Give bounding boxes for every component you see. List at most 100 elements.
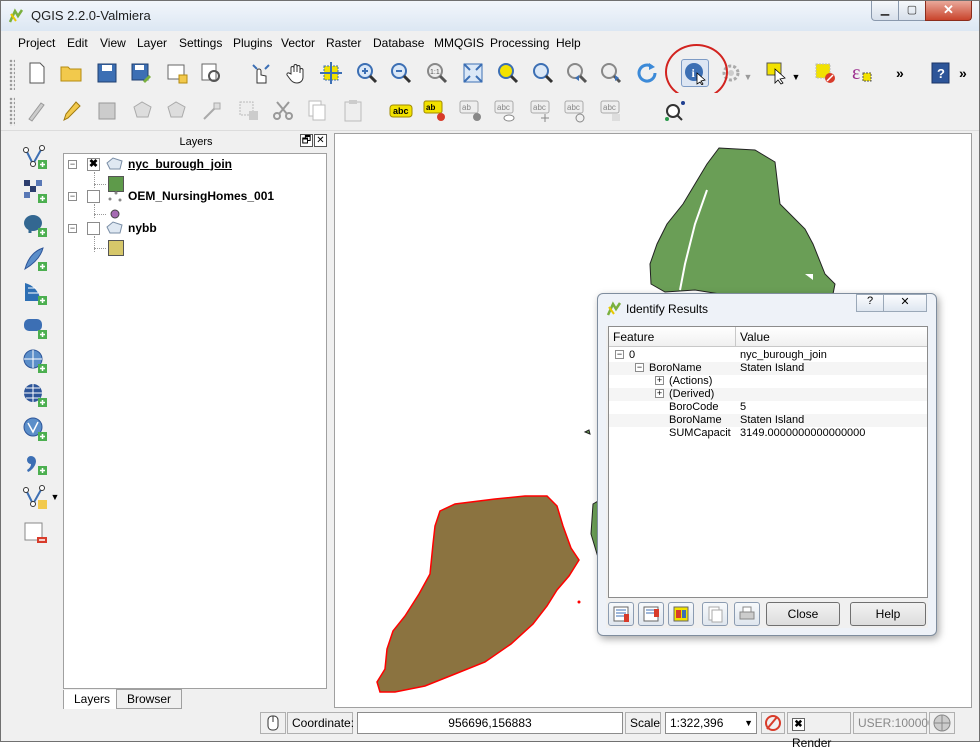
add-spatialite-layer-button[interactable] bbox=[21, 245, 49, 273]
layer-item-oem-nursinghomes[interactable]: − OEM_NursingHomes_001 bbox=[64, 188, 326, 208]
new-shapefile-button[interactable] bbox=[21, 483, 49, 511]
close-button[interactable]: Close bbox=[766, 602, 840, 626]
new-print-composer-button[interactable] bbox=[163, 59, 191, 87]
toolbar-grip[interactable] bbox=[9, 59, 15, 90]
add-raster-layer-button[interactable] bbox=[21, 177, 49, 205]
delete-selected-button[interactable] bbox=[235, 97, 263, 125]
help-button[interactable]: Help bbox=[850, 602, 926, 626]
result-row[interactable]: + (Derived) bbox=[609, 388, 927, 401]
stop-render-button[interactable] bbox=[761, 712, 785, 734]
expand-icon[interactable]: + bbox=[655, 389, 664, 398]
add-postgis-layer-button[interactable] bbox=[21, 211, 49, 239]
menu-layer[interactable]: Layer bbox=[137, 36, 167, 50]
pin-labels-button[interactable]: ab bbox=[421, 97, 449, 125]
layer-visibility-checkbox[interactable] bbox=[87, 190, 100, 203]
add-wcs-layer-button[interactable] bbox=[21, 381, 49, 409]
chevron-down-icon[interactable]: ▼ bbox=[744, 713, 753, 733]
collapse-icon[interactable]: − bbox=[68, 192, 77, 201]
minimize-button[interactable]: ▁ bbox=[871, 1, 899, 21]
close-window-button[interactable]: ✕ bbox=[925, 1, 972, 21]
collapse-icon[interactable]: − bbox=[635, 363, 644, 372]
menu-processing[interactable]: Processing bbox=[490, 36, 549, 50]
dialog-help-button[interactable]: ? bbox=[856, 294, 884, 312]
tab-browser[interactable]: Browser bbox=[116, 689, 183, 709]
show-hide-labels-button[interactable]: abc bbox=[491, 97, 519, 125]
feature-column-header[interactable]: Feature bbox=[609, 327, 736, 347]
collapse-all-button[interactable] bbox=[638, 602, 664, 626]
float-panel-icon[interactable]: 🗗 bbox=[300, 134, 313, 147]
select-features-button[interactable] bbox=[763, 59, 791, 87]
remove-layer-button[interactable] bbox=[21, 519, 49, 547]
highlight-pinned-labels-button[interactable]: ab bbox=[457, 97, 485, 125]
tab-layers[interactable]: Layers bbox=[63, 690, 122, 710]
maximize-button[interactable]: ▢ bbox=[898, 1, 926, 21]
toolbar-more-chevron-2[interactable]: » bbox=[959, 65, 967, 81]
rotate-label-button[interactable]: abc bbox=[561, 97, 589, 125]
toggle-extents-button[interactable] bbox=[260, 712, 286, 734]
add-vector-layer-button[interactable] bbox=[21, 143, 49, 171]
coordinate-field[interactable]: 956696,156883 bbox=[357, 712, 623, 734]
move-feature-button[interactable] bbox=[163, 97, 191, 125]
toolbar-more-chevron[interactable]: » bbox=[896, 65, 904, 81]
change-label-button[interactable]: abc bbox=[597, 97, 625, 125]
expand-all-button[interactable] bbox=[608, 602, 634, 626]
menu-raster[interactable]: Raster bbox=[326, 36, 361, 50]
add-oracle-layer-button[interactable] bbox=[21, 313, 49, 341]
zoom-to-selection-button[interactable] bbox=[494, 59, 522, 87]
result-row[interactable]: BoroName Staten Island bbox=[609, 414, 927, 427]
print-results-button[interactable] bbox=[734, 602, 760, 626]
zoom-actual-size-button[interactable]: 1:1 bbox=[423, 59, 451, 87]
result-row[interactable]: BoroCode 5 bbox=[609, 401, 927, 414]
copy-features-button[interactable] bbox=[303, 97, 331, 125]
save-as-button[interactable] bbox=[127, 59, 155, 87]
expand-icon[interactable]: + bbox=[655, 376, 664, 385]
layer-item-nyc-burough-join[interactable]: − ✖ nyc_burough_join bbox=[64, 156, 326, 176]
result-row[interactable]: + (Actions) bbox=[609, 375, 927, 388]
menu-view[interactable]: View bbox=[100, 36, 126, 50]
zoom-in-button[interactable] bbox=[353, 59, 381, 87]
pan-map-button[interactable] bbox=[283, 59, 311, 87]
help-contents-button[interactable]: ? bbox=[927, 59, 955, 87]
layer-labeling-button[interactable]: abc bbox=[387, 97, 415, 125]
menu-help[interactable]: Help bbox=[556, 36, 581, 50]
zoom-to-layer-button[interactable] bbox=[529, 59, 557, 87]
copy-attributes-button[interactable] bbox=[702, 602, 728, 626]
menu-database[interactable]: Database bbox=[373, 36, 424, 50]
collapse-icon[interactable]: − bbox=[68, 160, 77, 169]
save-project-button[interactable] bbox=[93, 59, 121, 87]
menu-mmqgis[interactable]: MMQGIS bbox=[434, 36, 484, 50]
layer-visibility-checkbox[interactable]: ✖ bbox=[87, 158, 100, 171]
collapse-icon[interactable]: − bbox=[68, 224, 77, 233]
menu-edit[interactable]: Edit bbox=[67, 36, 88, 50]
add-delimited-text-button[interactable] bbox=[21, 449, 49, 477]
current-edits-button[interactable] bbox=[23, 97, 51, 125]
crs-status[interactable]: USER:100000 bbox=[853, 712, 935, 734]
messages-button[interactable] bbox=[929, 712, 955, 734]
scale-combobox[interactable]: 1:322,396 ▼ bbox=[665, 712, 757, 734]
move-label-button[interactable]: abc bbox=[527, 97, 555, 125]
open-project-button[interactable] bbox=[57, 59, 85, 87]
result-row[interactable]: − 0 nyc_burough_join bbox=[609, 349, 927, 362]
zoom-next-button[interactable] bbox=[597, 59, 625, 87]
add-feature-button[interactable] bbox=[129, 97, 157, 125]
paste-features-button[interactable] bbox=[339, 97, 367, 125]
add-wfs-layer-button[interactable] bbox=[21, 415, 49, 443]
touch-zoom-pan-button[interactable] bbox=[247, 59, 275, 87]
render-checkbox[interactable]: ✖ Render bbox=[787, 712, 851, 750]
cut-features-button[interactable] bbox=[269, 97, 297, 125]
new-project-button[interactable] bbox=[23, 59, 51, 87]
zoom-last-button[interactable] bbox=[563, 59, 591, 87]
toolbar-grip[interactable] bbox=[9, 97, 15, 126]
refresh-button[interactable] bbox=[633, 59, 661, 87]
point-tool-button[interactable] bbox=[661, 97, 689, 125]
toggle-editing-button[interactable] bbox=[57, 97, 85, 125]
close-panel-icon[interactable]: ✕ bbox=[314, 134, 327, 147]
menu-settings[interactable]: Settings bbox=[179, 36, 222, 50]
select-features-dropdown[interactable]: ▼ bbox=[789, 63, 803, 91]
layer-visibility-checkbox[interactable] bbox=[87, 222, 100, 235]
add-mssql-layer-button[interactable] bbox=[21, 279, 49, 307]
zoom-out-button[interactable] bbox=[387, 59, 415, 87]
composer-manager-button[interactable] bbox=[197, 59, 225, 87]
result-row[interactable]: SUMCapacit 3149.0000000000000000 bbox=[609, 427, 927, 440]
layer-item-nybb[interactable]: − nybb bbox=[64, 220, 326, 240]
